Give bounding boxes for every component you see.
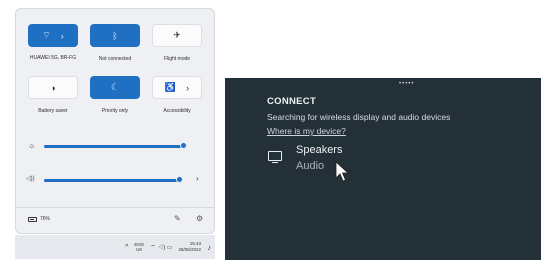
bluetooth-tile[interactable]: ᛒ [90,24,140,47]
clock-date: 28/06/2022 [178,247,201,252]
taskbar: ^ ENG UK ⌔ ◁) ▭ 15:43 28/06/2022 ♪ [15,235,215,259]
quick-settings-panel: ⌔ › HUAWEI 5G, BR-FG ᛒ Not connected ✈ F… [15,8,215,234]
connect-panel: ••••• CONNECT Searching for wireless dis… [225,78,541,260]
brightness-icon: ☼ [28,141,36,150]
show-hidden-icons-caret-icon[interactable]: ^ [125,244,128,251]
volume-slider[interactable] [44,175,184,185]
connect-title: CONNECT [267,96,317,107]
chevron-right-icon[interactable]: › [61,31,64,41]
wifi-icon: ⌔ [42,30,51,40]
wifi-tile[interactable]: ⌔ › [28,24,78,47]
battery-icon [28,216,37,222]
gear-icon[interactable]: ⚙ [196,214,203,223]
notification-icon[interactable]: ♪ [207,243,211,252]
volume-knob[interactable] [176,176,183,183]
battery-saver-tile-label: Battery saver [38,108,68,114]
keyboard-region: UK [136,247,143,252]
bluetooth-tile-label: Not connected [98,56,132,62]
battery-status[interactable]: 76% [28,216,50,222]
language-indicator[interactable]: ENG UK [134,242,144,252]
chevron-right-icon[interactable]: › [186,83,189,93]
device-name: Speakers [296,144,343,156]
where-is-my-device-link[interactable]: Where is my device? [267,126,346,136]
system-tray-icons[interactable]: ⌔ ◁) ▭ [150,243,172,251]
battery-saver-tile[interactable]: ◑ [28,76,78,99]
brightness-slider[interactable] [44,141,187,151]
mouse-cursor-icon [335,161,349,182]
divider [16,207,214,208]
speaker-icon[interactable]: ◁)) [26,175,35,182]
volume-track [44,179,180,182]
airplane-icon: ✈ [173,30,181,40]
battery-saver-icon: ◑ [50,82,56,93]
priority-only-tile[interactable]: ☾ [90,76,140,99]
accessibility-icon: ♿ [164,82,177,92]
audio-output-chevron-icon[interactable]: › [196,174,199,183]
accessibility-tile-label: Accessibility [163,108,191,114]
monitor-icon [268,151,282,164]
clock[interactable]: 15:43 28/06/2022 [178,241,201,253]
flight-mode-tile[interactable]: ✈ [152,24,202,47]
battery-percentage: 76% [40,216,51,222]
brightness-track [44,145,184,148]
connect-status-text: Searching for wireless display and audio… [267,112,451,122]
edit-icon[interactable]: ✎ [174,214,181,223]
wifi-tile-label: HUAWEI 5G, BR-FG [29,55,77,61]
flight-mode-tile-label: Flight mode [163,56,191,62]
drag-handle[interactable]: ••••• [399,81,415,87]
device-type: Audio [296,160,325,172]
accessibility-tile[interactable]: ♿ › [152,76,202,99]
brightness-knob[interactable] [180,142,187,149]
moon-icon: ☾ [110,82,120,92]
device-list-item[interactable]: Speakers Audio [265,143,385,177]
priority-only-tile-label: Priority only [101,108,129,114]
bluetooth-icon: ᛒ [112,30,118,41]
